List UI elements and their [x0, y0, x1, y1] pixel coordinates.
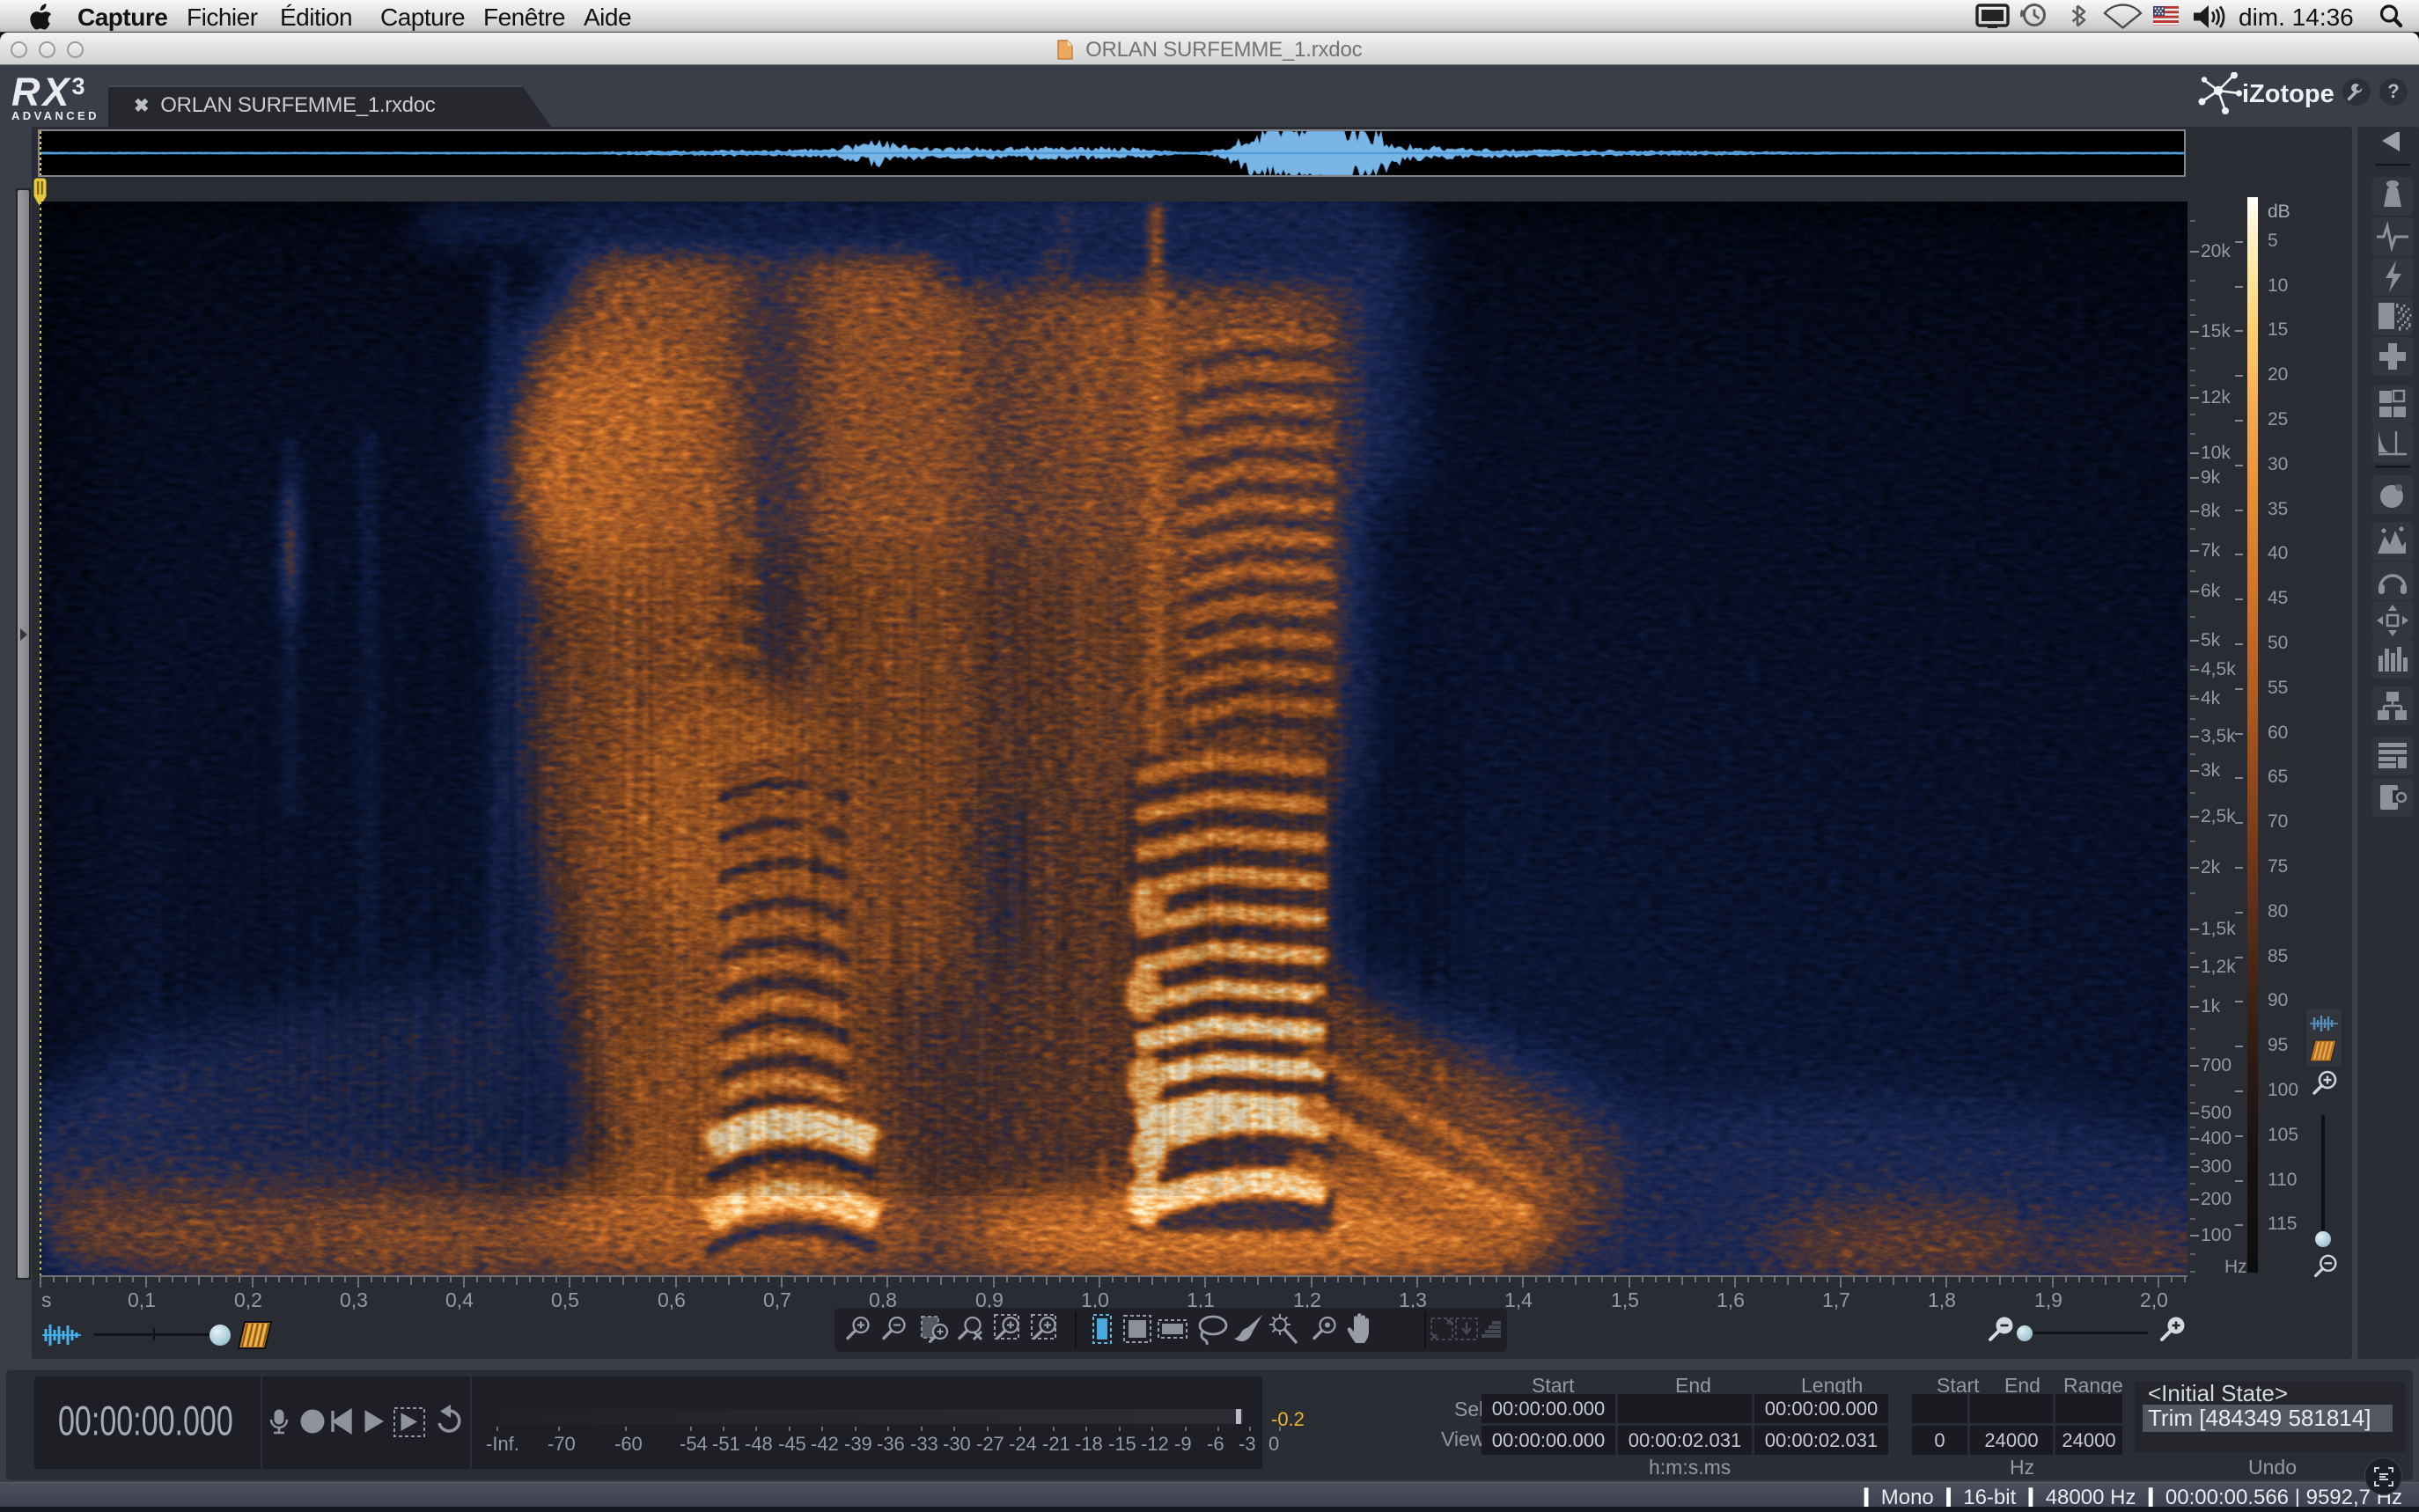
svg-text:iZotope: iZotope [2242, 80, 2334, 108]
